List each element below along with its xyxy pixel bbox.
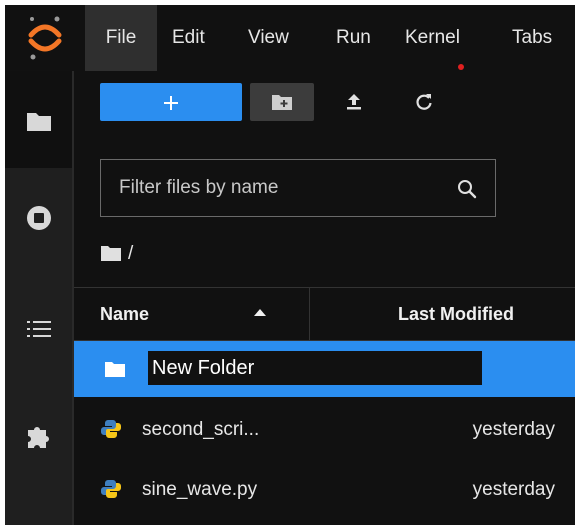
menu-file[interactable]: File (85, 5, 157, 71)
filter-files-box (100, 159, 496, 217)
puzzle-icon[interactable] (19, 415, 59, 455)
file-last-modified: yesterday (472, 419, 555, 440)
file-row-new-folder[interactable] (74, 341, 575, 397)
new-folder-button[interactable] (250, 83, 314, 121)
file-row[interactable]: second_scri... yesterday (74, 402, 575, 458)
python-file-icon (101, 480, 121, 498)
folder-icon (105, 362, 125, 377)
new-launcher-button[interactable] (100, 83, 242, 121)
sort-ascending-icon[interactable] (253, 308, 267, 318)
menu-run[interactable]: Run (336, 5, 371, 71)
stop-circle-icon[interactable] (19, 198, 59, 238)
new-folder-icon (272, 95, 292, 110)
python-file-icon (101, 420, 121, 438)
menu-bar: File Edit View Run Kernel Tabs (5, 5, 575, 71)
breadcrumb-folder-icon[interactable] (100, 244, 122, 262)
kernel-status-indicator (458, 64, 464, 70)
activity-bar (5, 71, 72, 525)
menu-tabs[interactable]: Tabs (512, 5, 552, 71)
folder-icon[interactable] (19, 101, 59, 141)
column-header-name[interactable]: Name (100, 288, 149, 340)
file-list-header: Name Last Modified (74, 287, 575, 341)
rename-input[interactable] (147, 350, 483, 386)
refresh-button[interactable] (394, 83, 454, 121)
plus-icon (164, 96, 178, 110)
upload-button[interactable] (324, 83, 384, 121)
file-row[interactable]: sine_wave.py yesterday (74, 462, 575, 518)
column-resize-handle[interactable] (309, 288, 310, 340)
list-icon[interactable] (19, 309, 59, 349)
file-browser-panel: / Name Last Modified second_scri... yest… (74, 71, 575, 525)
jupyterlab-window: File Edit View Run Kernel Tabs Filter fi… (5, 5, 575, 525)
jupyter-logo-icon (28, 16, 62, 60)
search-icon[interactable] (455, 177, 479, 201)
breadcrumb-root[interactable]: / (128, 239, 133, 269)
upload-icon (347, 94, 361, 110)
refresh-icon (416, 94, 432, 110)
menu-view[interactable]: View (248, 5, 289, 71)
file-last-modified: yesterday (472, 479, 555, 500)
column-header-last-modified[interactable]: Last Modified (398, 288, 514, 340)
menu-edit[interactable]: Edit (172, 5, 205, 71)
filter-files-input[interactable] (101, 160, 441, 216)
file-name: second_scri... (142, 419, 260, 440)
file-name: sine_wave.py (142, 479, 258, 500)
menu-kernel[interactable]: Kernel (405, 5, 460, 71)
